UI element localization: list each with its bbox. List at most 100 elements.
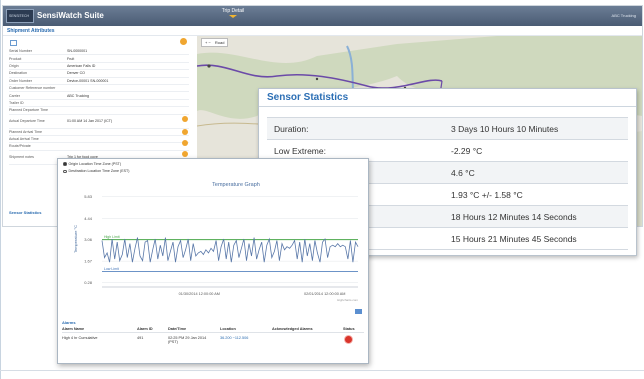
logo-caption: SENSITECH [9, 14, 30, 18]
col-acknowledged: Acknowledged Alarms [272, 327, 313, 331]
statistic-value: -2.29 °C [451, 145, 483, 156]
tab-trip-detail[interactable]: Trip Detail [219, 6, 247, 20]
col-alarm-id: Alarm ID [137, 327, 153, 331]
alarm-id: 491 [137, 336, 144, 340]
y-tick-label: 4.44 [84, 216, 93, 221]
y-tick-label: 5.83 [84, 194, 93, 199]
statistic-value: 15 Hours 21 Minutes 45 Seconds [451, 233, 577, 244]
y-axis-label: Temperature °C [73, 225, 78, 253]
statistic-value: 18 Hours 12 Minutes 14 Seconds [451, 211, 577, 222]
radio-unselected-icon[interactable] [63, 169, 67, 173]
field-label: Planned Arrival Time [9, 129, 42, 134]
field-label: Actual Departure Time [9, 119, 45, 124]
account-menu[interactable]: ABC Trucking [612, 13, 636, 18]
x-tick-label: 02/01/2014 12:00:00 AM [304, 292, 345, 296]
table-row[interactable]: High 4 hr Cumulative 491 02:25 PM 29 Jan… [62, 335, 364, 350]
form-row[interactable]: Destination Denver CO [9, 70, 189, 78]
zoom-control-icon[interactable]: + − [205, 40, 211, 45]
high-limit-label: High Limit [104, 235, 120, 239]
sensor-statistics-link[interactable]: Sensor Statistics [9, 210, 41, 215]
radio-selected-icon[interactable] [63, 162, 67, 166]
alarm-datetime: 02:25 PM 29 Jan 2014 (PST) [168, 336, 207, 344]
field-value: Denver CO [67, 71, 85, 76]
field-label: Serial Number [9, 49, 32, 54]
statistic-label: Low Extreme: [274, 145, 326, 156]
origin-timezone-option[interactable]: Origin Location Time Zone (PST) [58, 161, 368, 167]
destination-timezone-option[interactable]: Destination Location Time Zone (EST) [58, 169, 368, 175]
map-type-label: Road [214, 40, 225, 45]
field-label: Carrier [9, 93, 20, 98]
field-value: Fruit [67, 56, 75, 61]
form-row[interactable]: Product Fruit [9, 55, 189, 63]
destination-timezone-label: Destination Location Time Zone (EST) [68, 169, 130, 174]
flag-icon[interactable] [10, 40, 17, 46]
sensitech-logo: SENSITECH [6, 9, 34, 23]
alarms-title: Alarms [62, 320, 76, 325]
map-type-control[interactable]: + − Road [201, 38, 229, 47]
temperature-chart[interactable]: Temperature Graph 5.83 4.44 3.06 1.67 0.28 Tem… [58, 177, 369, 309]
field-label: Customer Reference number [9, 86, 56, 91]
col-datetime: Date/Time [168, 327, 187, 331]
field-label: Order Number [9, 78, 32, 83]
field-value: 01:00 AM 14 Jan 2017 (ICT) [67, 119, 113, 124]
form-row[interactable]: Planned Departure Time [9, 107, 189, 115]
temperature-graph-window: Origin Location Time Zone (PST) Destinat… [57, 158, 369, 364]
chart-credit: Highcharts.com [337, 298, 358, 302]
app-title: SensiWatch Suite [37, 11, 104, 20]
y-tick-label: 0.28 [84, 280, 93, 285]
expand-icon[interactable] [355, 309, 362, 314]
field-label: Actual Arrival Time [9, 137, 39, 142]
field-label: Destination [9, 71, 27, 76]
field-value: SN-0000001 [67, 49, 88, 54]
form-row[interactable]: Serial Number SN-0000001 [9, 48, 189, 56]
edit-gear-icon[interactable] [180, 38, 187, 45]
form-row[interactable]: Customer Reference number [9, 85, 189, 93]
app-header: SENSITECH SensiWatch Suite Trip Detail A… [3, 6, 642, 26]
form-row[interactable]: Origin American Falls ID [9, 63, 189, 71]
field-label: Origin [9, 63, 19, 68]
field-label: Trailer ID [9, 100, 24, 105]
page-left-border [0, 0, 1, 379]
edit-gear-icon[interactable] [182, 116, 188, 122]
statistic-label: Duration: [274, 123, 309, 134]
col-location: Location [220, 327, 236, 331]
field-label: Planned Departure Time [9, 108, 48, 113]
form-row[interactable]: Route/Private [9, 143, 189, 151]
field-label: Product [9, 56, 22, 61]
low-limit-label: Low Limit [104, 267, 119, 271]
y-tick-label: 1.67 [84, 259, 93, 264]
alarm-table-header: Alarm Name Alarm ID Date/Time Location A… [62, 326, 364, 333]
tab-trip-detail-label: Trip Detail [221, 8, 245, 14]
shipment-attributes-header: Shipment Attributes [3, 26, 642, 36]
tab-arrow-icon [229, 15, 237, 18]
field-value: ABC Trucking [67, 93, 89, 98]
field-label: Route/Private [9, 144, 31, 149]
edit-gear-icon[interactable] [182, 151, 188, 157]
alarm-location-link[interactable]: 36.200 −112.506 [220, 336, 248, 340]
sensor-statistics-title: Sensor Statistics [259, 89, 636, 107]
statistic-value: 3 Days 10 Hours 10 Minutes [451, 123, 559, 134]
statistic-value: 1.93 °C +/- 1.58 °C [451, 189, 523, 200]
page-bottom-rule [0, 370, 644, 371]
alarm-status-icon[interactable] [345, 336, 352, 343]
form-row[interactable]: Carrier ABC Trucking [9, 92, 189, 100]
alarm-name: High 4 hr Cumulative [62, 336, 98, 340]
statistics-row: Duration: 3 Days 10 Hours 10 Minutes [267, 118, 628, 140]
x-tick-label: 01/30/2014 12:00:00 AM [179, 292, 220, 296]
form-row[interactable]: Trailer ID [9, 100, 189, 108]
field-value: Device-00001 SN-000001 [67, 78, 109, 83]
temperature-series-line [101, 237, 359, 263]
chart-title: Temperature Graph [212, 182, 260, 188]
field-value: American Falls ID [67, 63, 96, 68]
form-row[interactable]: Actual Arrival Time [9, 136, 189, 144]
form-row[interactable]: Planned Arrival Time [9, 129, 189, 136]
statistic-value: 4.6 °C [451, 167, 475, 178]
form-row[interactable]: Order Number Device-00001 SN-000001 [9, 78, 189, 85]
col-alarm-name: Alarm Name [62, 327, 85, 331]
col-status: Status [343, 327, 355, 331]
edit-gear-icon[interactable] [182, 140, 188, 146]
y-tick-label: 3.06 [84, 237, 93, 242]
origin-timezone-label: Origin Location Time Zone (PST) [68, 161, 122, 166]
form-row[interactable]: Actual Departure Time 01:00 AM 14 Jan 201… [9, 115, 189, 129]
edit-gear-icon[interactable] [182, 129, 188, 135]
